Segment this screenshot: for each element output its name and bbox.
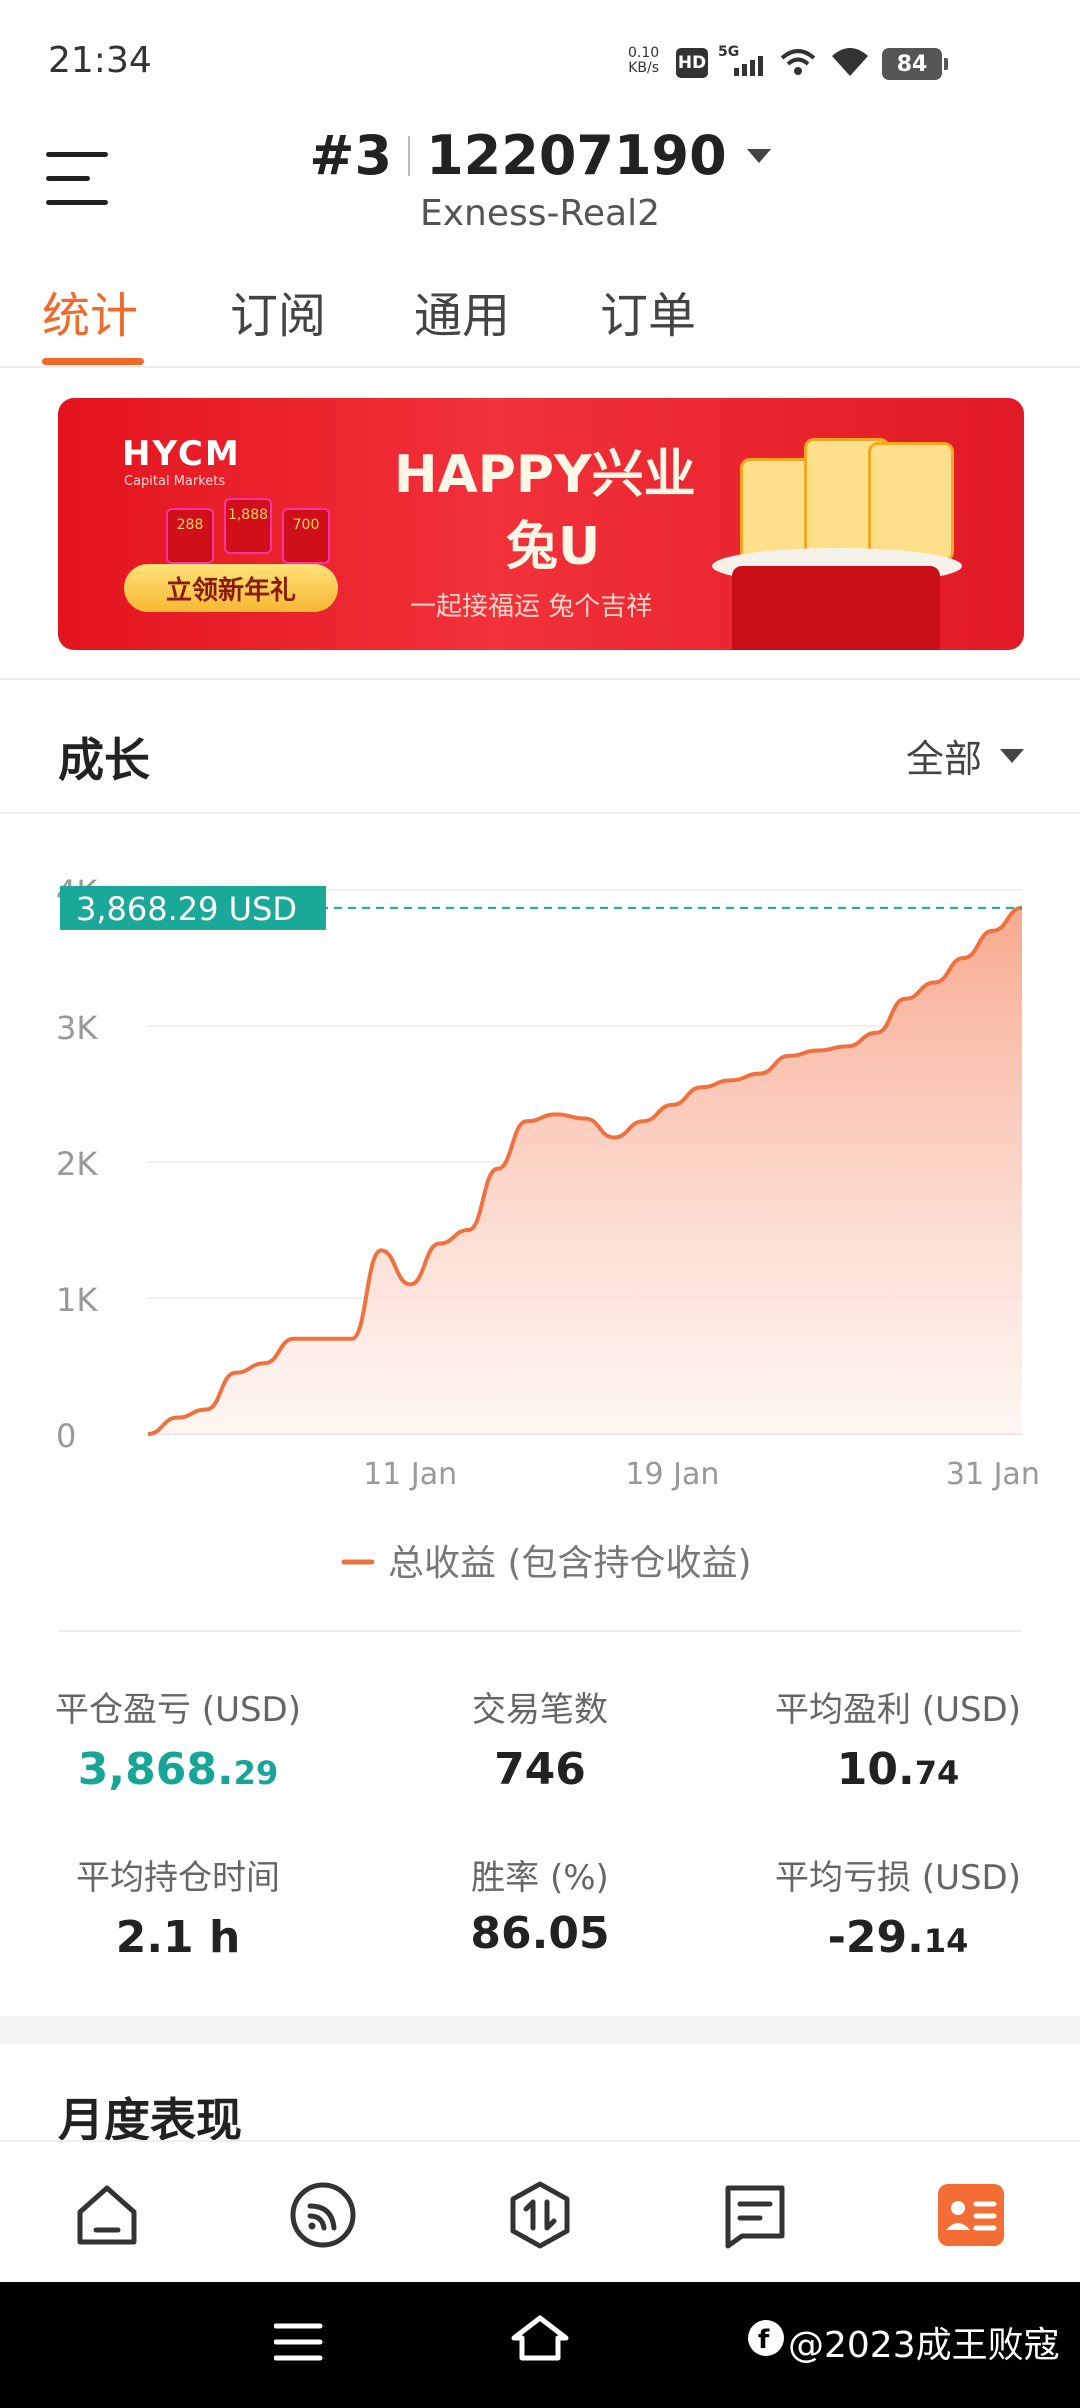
watermark: @2023成王败寇 bbox=[788, 2325, 1060, 2366]
x-tick-label: 11 Jan bbox=[363, 1457, 457, 1492]
banner-subline: 一起接福运 兔个吉祥 bbox=[410, 592, 653, 622]
red-packet: 288 bbox=[166, 508, 214, 564]
y-tick-label: 3K bbox=[56, 1009, 98, 1047]
range-filter-dropdown[interactable]: 全部 bbox=[906, 728, 1024, 783]
growth-title: 成长 bbox=[58, 733, 150, 787]
stat-value-win-rate: 86.05 bbox=[470, 1908, 610, 1959]
stat-label-avg-loss: 平均亏损 (USD) bbox=[775, 1858, 1021, 1898]
legend-label: 总收益 (包含持仓收益) bbox=[388, 1543, 752, 1584]
chevron-down-icon bbox=[1000, 748, 1024, 763]
svg-text:f: f bbox=[758, 2325, 770, 2355]
battery-icon: 84 bbox=[882, 48, 948, 80]
divider bbox=[0, 812, 1080, 814]
status-time: 21:34 bbox=[48, 40, 152, 81]
net-speed-unit: KB/s bbox=[628, 60, 659, 76]
gift-box bbox=[732, 566, 940, 650]
home-nav-icon[interactable] bbox=[510, 2314, 570, 2364]
stat-value-avg-profit: 10.74 bbox=[836, 1744, 960, 1795]
active-tab-indicator bbox=[42, 358, 144, 365]
tab-stats[interactable]: 统计 bbox=[42, 276, 138, 346]
banner-logo-sub: Capital Markets bbox=[124, 474, 226, 489]
x-tick-label: 19 Jan bbox=[625, 1457, 719, 1492]
series-area bbox=[148, 907, 1022, 1434]
server-name: Exness-Real2 bbox=[419, 193, 661, 234]
divider bbox=[0, 678, 1080, 680]
red-packet: 1,888 bbox=[224, 498, 272, 554]
stat-label-trades: 交易笔数 bbox=[472, 1690, 608, 1730]
tab-subscribe[interactable]: 订阅 bbox=[230, 276, 326, 346]
promo-banner[interactable]: HYCM Capital Markets 288 1,888 700 立领新年礼… bbox=[58, 398, 1024, 650]
hd-icon: HD bbox=[676, 48, 708, 78]
watermark-logo-icon: f bbox=[748, 2320, 784, 2356]
messages-icon[interactable] bbox=[720, 2180, 790, 2250]
tab-general[interactable]: 通用 bbox=[414, 276, 510, 346]
trade-icon[interactable] bbox=[505, 2180, 575, 2250]
chevron-down-icon bbox=[746, 148, 771, 163]
home-icon[interactable] bbox=[72, 2180, 142, 2250]
banner-headline: HAPPY兴业 bbox=[394, 445, 696, 505]
range-filter-label: 全部 bbox=[905, 737, 982, 781]
account-number: 12207190 bbox=[426, 124, 727, 187]
banner-logo: HYCM bbox=[122, 434, 241, 474]
stat-label-avg-profit: 平均盈利 (USD) bbox=[775, 1690, 1021, 1730]
banner-cta-button[interactable]: 立领新年礼 bbox=[124, 564, 338, 612]
account-selector[interactable]: #3 12207190 Exness-Real2 bbox=[0, 124, 1080, 234]
network-type: 5G bbox=[718, 44, 739, 60]
red-packet: 700 bbox=[282, 508, 330, 564]
banner-headline-2: 兔U bbox=[506, 517, 601, 577]
feed-icon[interactable] bbox=[288, 2180, 358, 2250]
current-value-label: 3,868.29 USD bbox=[76, 890, 297, 928]
y-tick-label: 0 bbox=[56, 1417, 76, 1455]
net-speed: 0.10 KB/s bbox=[628, 46, 659, 76]
profile-icon[interactable] bbox=[936, 2180, 1006, 2250]
cellular-signal-icon: 5G bbox=[718, 44, 763, 76]
divider bbox=[58, 1630, 1022, 1632]
mascot-card bbox=[868, 442, 954, 562]
stat-value-trades: 746 bbox=[494, 1744, 586, 1795]
account-index: #3 bbox=[309, 124, 393, 187]
tab-bar: 统计 订阅 通用 订单 bbox=[0, 276, 1080, 368]
section-spacer bbox=[0, 2016, 1080, 2044]
status-bar: 21:34 0.10 KB/s HD 5G 84 bbox=[0, 0, 1080, 120]
growth-chart: 01K2K3K4K11 Jan19 Jan31 Jan 3,868.29 USD… bbox=[56, 873, 1040, 1584]
bottom-nav bbox=[0, 2140, 1080, 2282]
stat-value-avg-loss: -29.14 bbox=[827, 1912, 969, 1963]
net-speed-value: 0.10 bbox=[628, 45, 660, 61]
x-tick-label: 31 Jan bbox=[946, 1457, 1040, 1492]
wifi-icon bbox=[832, 48, 868, 76]
stat-label-closed-pnl: 平仓盈亏 (USD) bbox=[55, 1690, 301, 1730]
stat-value-closed-pnl: 3,868.29 bbox=[77, 1744, 279, 1795]
tab-orders[interactable]: 订单 bbox=[600, 276, 696, 346]
recent-apps-icon[interactable] bbox=[274, 2320, 324, 2364]
stat-label-avg-hold-time: 平均持仓时间 bbox=[76, 1858, 280, 1898]
stat-value-avg-hold-time: 2.1 h bbox=[115, 1912, 241, 1963]
wifi-calling-icon bbox=[780, 49, 816, 75]
separator bbox=[408, 135, 411, 176]
stat-label-win-rate: 胜率 (%) bbox=[471, 1858, 609, 1898]
y-tick-label: 1K bbox=[56, 1281, 98, 1319]
y-tick-label: 2K bbox=[56, 1145, 98, 1183]
